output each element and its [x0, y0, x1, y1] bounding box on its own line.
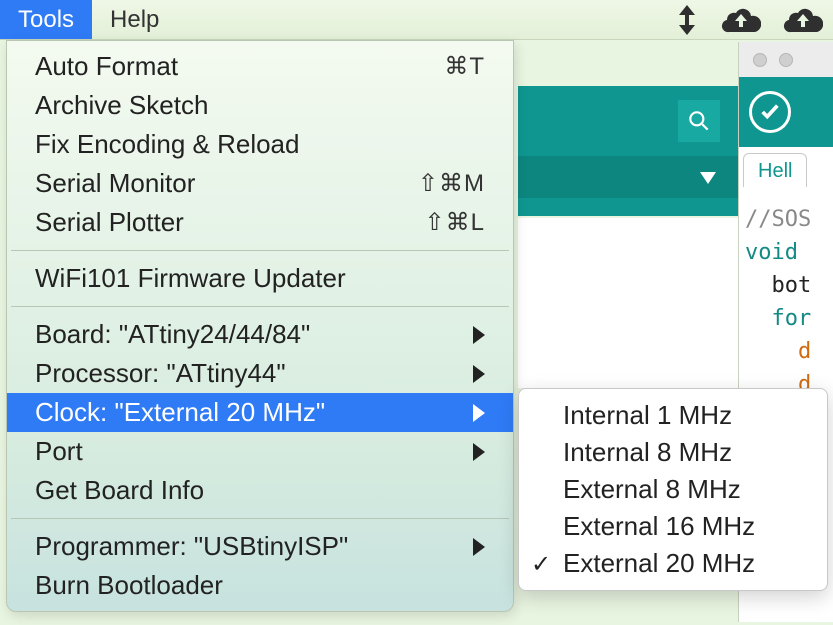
menu-wifi101[interactable]: WiFi101 Firmware Updater	[7, 259, 513, 298]
main-tabbar	[518, 156, 738, 198]
verify-button[interactable]	[749, 91, 791, 133]
window-traffic-lights	[739, 42, 833, 77]
submenu-arrow-icon	[473, 538, 485, 556]
menu-archive-sketch[interactable]: Archive Sketch	[7, 86, 513, 125]
menubar: Tools Help	[0, 0, 833, 40]
menu-tools-label: Tools	[18, 6, 74, 34]
menubar-status-icons	[675, 5, 833, 35]
menu-item-label: Get Board Info	[35, 475, 485, 506]
menu-item-label: Auto Format	[35, 51, 444, 82]
menu-separator	[11, 518, 509, 519]
menu-item-label: Board: "ATtiny24/44/84"	[35, 319, 465, 350]
menu-item-label: Fix Encoding & Reload	[35, 129, 485, 160]
main-toolbar	[518, 86, 738, 156]
code-call: d	[745, 339, 811, 364]
menu-get-board-info[interactable]: Get Board Info	[7, 471, 513, 510]
menu-item-label: Serial Monitor	[35, 168, 418, 199]
clock-option-internal-1[interactable]: Internal 1 MHz	[519, 397, 827, 434]
menu-auto-format[interactable]: Auto Format ⌘T	[7, 47, 513, 86]
menu-fix-encoding[interactable]: Fix Encoding & Reload	[7, 125, 513, 164]
traffic-min[interactable]	[779, 53, 793, 67]
menu-shortcut: ⌘T	[444, 52, 485, 81]
menu-separator	[11, 306, 509, 307]
submenu-item-label: Internal 1 MHz	[563, 400, 732, 430]
menu-item-label: WiFi101 Firmware Updater	[35, 263, 485, 294]
clock-submenu: Internal 1 MHz Internal 8 MHz External 8…	[518, 388, 828, 591]
submenu-item-label: External 16 MHz	[563, 511, 755, 541]
clock-option-internal-8[interactable]: Internal 8 MHz	[519, 434, 827, 471]
clock-option-external-20[interactable]: ✓ External 20 MHz	[519, 545, 827, 582]
submenu-item-label: External 20 MHz	[563, 548, 755, 578]
secondary-tabbar: Hell	[739, 147, 833, 187]
menu-shortcut: ⇧⌘L	[425, 208, 485, 237]
secondary-toolbar	[739, 77, 833, 147]
menu-item-label: Processor: "ATtiny44"	[35, 358, 465, 389]
code-comment: //SOS	[745, 207, 811, 232]
submenu-arrow-icon	[473, 365, 485, 383]
code-keyword-void: void	[745, 240, 798, 265]
menu-item-label: Programmer: "USBtinyISP"	[35, 531, 465, 562]
menu-tools[interactable]: Tools	[0, 0, 92, 39]
menu-item-label: Archive Sketch	[35, 90, 485, 121]
menu-programmer[interactable]: Programmer: "USBtinyISP"	[7, 527, 513, 566]
secondary-tab[interactable]: Hell	[743, 153, 807, 187]
clock-option-external-16[interactable]: External 16 MHz	[519, 508, 827, 545]
tools-dropdown: Auto Format ⌘T Archive Sketch Fix Encodi…	[6, 40, 514, 612]
menu-clock[interactable]: Clock: "External 20 MHz"	[7, 393, 513, 432]
clock-option-external-8[interactable]: External 8 MHz	[519, 471, 827, 508]
checkmark-icon: ✓	[531, 550, 551, 579]
menu-processor[interactable]: Processor: "ATtiny44"	[7, 354, 513, 393]
submenu-item-label: Internal 8 MHz	[563, 437, 732, 467]
main-editor-blank	[518, 218, 738, 388]
sync-updown-icon	[675, 5, 699, 35]
tab-menu-button[interactable]	[690, 160, 726, 196]
submenu-arrow-icon	[473, 404, 485, 422]
menu-board[interactable]: Board: "ATtiny24/44/84"	[7, 315, 513, 354]
code-keyword-for: for	[745, 306, 811, 331]
menu-burn-bootloader[interactable]: Burn Bootloader	[7, 566, 513, 605]
submenu-item-label: External 8 MHz	[563, 474, 741, 504]
menu-item-label: Serial Plotter	[35, 207, 425, 238]
main-editor-window-partial	[518, 86, 738, 216]
menu-serial-monitor[interactable]: Serial Monitor ⇧⌘M	[7, 164, 513, 203]
submenu-arrow-icon	[473, 443, 485, 461]
cloud-upload-icon-2	[783, 6, 823, 34]
submenu-arrow-icon	[473, 326, 485, 344]
code-text: bot	[745, 273, 811, 298]
menu-item-label: Clock: "External 20 MHz"	[35, 397, 465, 428]
menu-serial-plotter[interactable]: Serial Plotter ⇧⌘L	[7, 203, 513, 242]
cloud-upload-icon	[721, 6, 761, 34]
menu-item-label: Burn Bootloader	[35, 570, 485, 601]
menu-separator	[11, 250, 509, 251]
menu-port[interactable]: Port	[7, 432, 513, 471]
serial-monitor-button[interactable]	[678, 100, 720, 142]
traffic-close[interactable]	[753, 53, 767, 67]
menu-help-label: Help	[110, 6, 159, 34]
menu-help[interactable]: Help	[92, 0, 177, 39]
secondary-tab-label: Hell	[758, 160, 792, 182]
menu-item-label: Port	[35, 436, 465, 467]
menu-shortcut: ⇧⌘M	[418, 169, 485, 198]
